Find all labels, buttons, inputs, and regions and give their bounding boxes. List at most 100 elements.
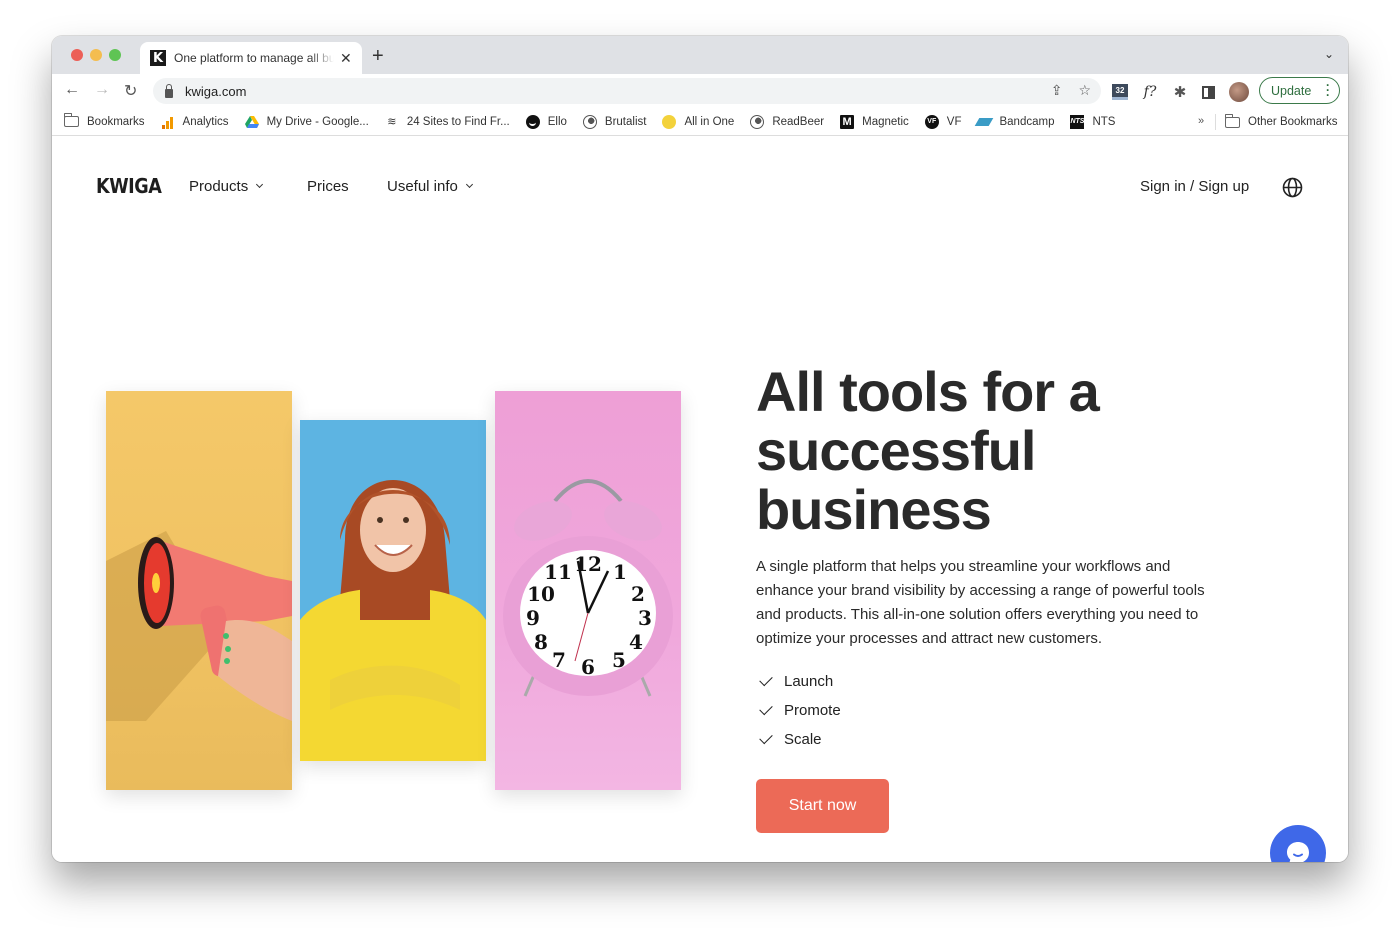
- all-in-one-icon: [662, 114, 677, 129]
- extensions-puzzle-icon[interactable]: ✱: [1172, 84, 1188, 101]
- bookmark-vf[interactable]: VF VF: [924, 114, 962, 129]
- bookmark-bookmarks[interactable]: Bookmarks: [64, 113, 145, 128]
- kwiga-logo[interactable]: KWIGA: [96, 174, 162, 198]
- bookmark-bandcamp[interactable]: Bandcamp: [975, 115, 1055, 129]
- other-bookmarks[interactable]: Other Bookmarks: [1225, 108, 1337, 136]
- bookmark-star-icon[interactable]: ☆: [1078, 82, 1091, 99]
- update-button[interactable]: Update · · ·: [1259, 77, 1340, 104]
- profile-avatar[interactable]: [1229, 82, 1249, 102]
- bookmark-brutalist[interactable]: Brutalist: [582, 114, 646, 129]
- svg-text:6: 6: [581, 655, 595, 679]
- bookmark-readbeer[interactable]: ReadBeer: [750, 114, 825, 129]
- sign-in-link[interactable]: Sign in / Sign up: [1140, 178, 1249, 195]
- feature-label: Scale: [784, 731, 822, 748]
- chevron-down-icon: [256, 180, 264, 189]
- lock-icon[interactable]: [165, 83, 173, 98]
- bandcamp-icon: [975, 115, 994, 129]
- bookmark-label: My Drive - Google...: [266, 115, 369, 128]
- bookmark-ello[interactable]: Ello: [525, 114, 567, 129]
- site-header: KWIGA Products Prices Useful info Sign i…: [52, 173, 1348, 201]
- bookmark-my-drive[interactable]: My Drive - Google...: [244, 115, 369, 129]
- browser-tab[interactable]: K One platform to manage all business ✕: [140, 42, 362, 74]
- hero-description: A single platform that helps you streaml…: [756, 558, 1205, 647]
- nav-products-label: Products: [189, 178, 249, 195]
- bookmark-label: Bookmarks: [87, 115, 145, 128]
- forward-arrow-icon[interactable]: →: [94, 81, 110, 99]
- font-identifier-icon[interactable]: f?: [1142, 84, 1158, 100]
- browser-window: K One platform to manage all business ✕ …: [52, 36, 1348, 862]
- language-globe-icon[interactable]: [1282, 177, 1303, 198]
- other-bookmarks-label: Other Bookmarks: [1248, 116, 1338, 128]
- web-page: KWIGA Products Prices Useful info Sign i…: [52, 137, 1348, 862]
- nav-products[interactable]: Products: [189, 178, 264, 195]
- svg-text:5: 5: [612, 648, 626, 672]
- nts-icon: NTS: [1070, 114, 1085, 129]
- bookmarks-overflow-button[interactable]: »: [1198, 115, 1204, 127]
- feature-list: Launch Promote Scale: [758, 667, 841, 754]
- google-drive-icon: [244, 115, 259, 129]
- magnetic-m-icon: M: [840, 114, 855, 129]
- svg-text:3: 3: [638, 606, 652, 630]
- folder-icon: [64, 113, 79, 127]
- feature-label: Launch: [784, 673, 834, 690]
- bookmark-label: Bandcamp: [999, 115, 1055, 128]
- tab-strip: K One platform to manage all business ✕ …: [52, 36, 1348, 74]
- feature-item: Scale: [758, 725, 841, 754]
- svg-text:9: 9: [526, 606, 540, 630]
- bookmark-label: 24 Sites to Find Fr...: [406, 115, 510, 128]
- checkmark-icon: [759, 730, 773, 745]
- bookmarks-bar: Bookmarks Analytics My Drive - Google...…: [52, 108, 1348, 136]
- counter-extension-icon[interactable]: 32: [1112, 84, 1128, 100]
- svg-text:2: 2: [631, 582, 645, 606]
- back-arrow-icon[interactable]: ←: [64, 81, 80, 99]
- globe-icon: [582, 114, 597, 129]
- svg-text:11: 11: [544, 560, 572, 584]
- bookmark-label: NTS: [1092, 115, 1116, 128]
- hero-title: All tools for a successful business: [756, 360, 1100, 541]
- nav-prices[interactable]: Prices: [307, 178, 349, 195]
- nav-useful-info-label: Useful info: [387, 178, 458, 195]
- folder-icon: [1225, 113, 1240, 128]
- bookmark-nts[interactable]: NTS NTS: [1070, 114, 1116, 129]
- smiling-woman-image: [300, 420, 486, 761]
- nav-useful-info[interactable]: Useful info: [387, 178, 473, 195]
- analytics-icon: [161, 115, 175, 129]
- checkmark-icon: [759, 701, 773, 716]
- nav-prices-label: Prices: [307, 178, 349, 195]
- tab-search-chevron-icon[interactable]: ⌄: [1324, 47, 1334, 61]
- svg-text:10: 10: [527, 582, 555, 606]
- bookmark-analytics[interactable]: Analytics: [161, 115, 229, 129]
- chat-widget-button[interactable]: [1270, 825, 1326, 862]
- bookmarks-divider: [1215, 114, 1216, 130]
- svg-text:7: 7: [552, 648, 566, 672]
- chevron-down-icon: [465, 180, 473, 189]
- bookmark-label: Magnetic: [862, 115, 909, 128]
- svg-text:4: 4: [629, 630, 643, 654]
- stack-icon: ≋: [387, 116, 397, 128]
- close-tab-icon[interactable]: ✕: [340, 50, 352, 67]
- url-text[interactable]: kwiga.com: [185, 84, 246, 99]
- bookmark-magnetic[interactable]: M Magnetic: [840, 114, 909, 129]
- bookmark-label: ReadBeer: [772, 115, 825, 128]
- bookmark-all-in-one[interactable]: All in One: [662, 114, 734, 129]
- address-bar[interactable]: kwiga.com ⇪ ☆: [153, 78, 1101, 104]
- feature-item: Promote: [758, 696, 841, 725]
- kwiga-favicon-icon: K: [150, 50, 166, 66]
- side-panel-icon[interactable]: [1202, 85, 1215, 99]
- share-icon[interactable]: ⇪: [1051, 82, 1063, 99]
- more-vert-icon[interactable]: · · ·: [1326, 79, 1330, 101]
- bookmark-label: VF: [946, 115, 962, 128]
- bookmark-label: Analytics: [182, 115, 229, 128]
- bookmark-24-sites[interactable]: ≋ 24 Sites to Find Fr...: [385, 115, 510, 129]
- maximize-window-button[interactable]: [109, 49, 121, 61]
- reload-icon[interactable]: ↻: [124, 81, 137, 101]
- vf-icon: VF: [924, 114, 939, 129]
- new-tab-button[interactable]: +: [372, 45, 384, 68]
- minimize-window-button[interactable]: [90, 49, 102, 61]
- start-now-button[interactable]: Start now: [756, 779, 889, 833]
- feature-label: Promote: [784, 702, 841, 719]
- chat-bubble-icon: [1287, 842, 1309, 862]
- svg-text:8: 8: [534, 630, 548, 654]
- window-controls: [71, 49, 121, 61]
- close-window-button[interactable]: [71, 49, 83, 61]
